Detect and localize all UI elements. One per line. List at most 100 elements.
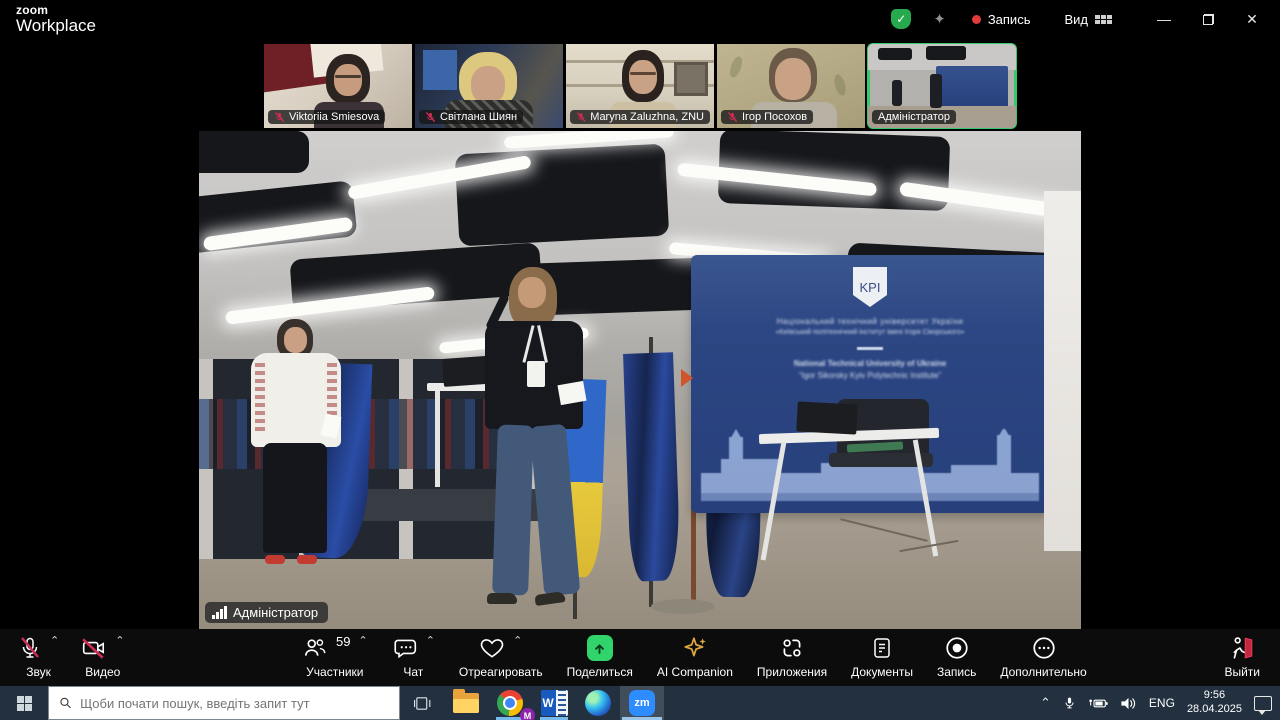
shoe bbox=[487, 593, 517, 604]
documents-label: Документы bbox=[851, 665, 913, 679]
start-button[interactable] bbox=[0, 686, 48, 720]
react-label: Отреагировать bbox=[459, 665, 543, 679]
thumb-bg-decor bbox=[674, 62, 708, 96]
workplace-logo-text: Workplace bbox=[16, 17, 96, 35]
view-button[interactable]: Вид bbox=[1064, 12, 1112, 27]
react-button[interactable]: ⌃ Отреагировать bbox=[455, 634, 547, 680]
tray-expand-chevron[interactable]: ⌃ bbox=[1040, 695, 1051, 711]
leave-door-icon bbox=[1229, 635, 1255, 661]
zoom-taskbar-icon[interactable]: zm bbox=[620, 686, 664, 720]
security-shield-icon[interactable]: ✓ bbox=[891, 9, 911, 29]
ai-companion-button[interactable]: AI Companion bbox=[653, 634, 737, 680]
share-screen-icon bbox=[587, 635, 613, 661]
muted-mic-icon bbox=[274, 111, 285, 123]
red-shoe bbox=[297, 555, 317, 564]
participant-filmstrip: Viktoriia Smiesova Світлана Шиян Maryna bbox=[0, 44, 1280, 128]
apps-label: Приложения bbox=[757, 665, 827, 679]
audio-button[interactable]: ⌃ Звук bbox=[14, 634, 63, 680]
toolbar-center-group: 59 ⌃ Участники ⌃ Чат ⌃ Отреагировать bbox=[298, 634, 1091, 680]
speaker-man-figure bbox=[461, 267, 611, 623]
participant-tile[interactable]: Maryna Zaluzhna, ZNU bbox=[566, 44, 714, 128]
glasses-decor bbox=[335, 75, 361, 78]
tray-mic-icon[interactable] bbox=[1063, 695, 1076, 711]
woman-face bbox=[284, 327, 307, 353]
gallery-view-icon bbox=[1095, 15, 1112, 24]
main-video-feed[interactable]: KPI Національний технічний університет У… bbox=[199, 131, 1081, 629]
document-icon bbox=[870, 635, 894, 661]
zoom-toolbar: ⌃ Звук ⌃ Видео 59 ⌃ Участники bbox=[0, 629, 1280, 686]
banner-text-en: “Igor Sikorsky Kyiv Polytechnic Institut… bbox=[691, 371, 1049, 380]
participant-tile[interactable]: Viktoriia Smiesova bbox=[264, 44, 412, 128]
participant-tile[interactable]: Ігор Посохов bbox=[717, 44, 865, 128]
woman-figure bbox=[239, 319, 359, 589]
battery-power-icon[interactable] bbox=[1088, 697, 1108, 710]
glasses-decor bbox=[630, 72, 656, 75]
chrome-taskbar-icon[interactable]: M bbox=[488, 686, 532, 720]
participants-options-chevron[interactable]: ⌃ bbox=[358, 636, 367, 646]
search-input[interactable] bbox=[80, 696, 389, 711]
react-options-chevron[interactable]: ⌃ bbox=[513, 636, 522, 646]
thumb-bg-decor bbox=[936, 66, 1008, 108]
muted-camera-icon bbox=[81, 635, 107, 661]
ai-sparkle-icon[interactable]: ✦ bbox=[933, 10, 946, 28]
participant-name: Світлана Шиян bbox=[440, 111, 517, 123]
thumb-bg-decor bbox=[832, 73, 847, 97]
share-screen-button[interactable]: Поделиться bbox=[563, 634, 637, 680]
thumb-bg-decor bbox=[728, 55, 745, 79]
banner-text-ua: Національний технічний університет Украї… bbox=[691, 317, 1049, 326]
university-logo: KPI bbox=[853, 267, 887, 307]
minimize-button[interactable]: — bbox=[1142, 0, 1186, 38]
active-speaker-badge: Адміністратор bbox=[205, 602, 328, 623]
toolbar-right-group: Выйти bbox=[1220, 634, 1264, 680]
folder-icon bbox=[453, 693, 479, 713]
participant-name-badge: Maryna Zaluzhna, ZNU bbox=[570, 110, 710, 124]
task-view-button[interactable] bbox=[400, 686, 444, 720]
action-center-icon[interactable] bbox=[1254, 696, 1272, 711]
participant-tile[interactable]: Світлана Шиян bbox=[415, 44, 563, 128]
apps-button[interactable]: Приложения bbox=[753, 634, 831, 680]
participant-name: Maryna Zaluzhna, ZNU bbox=[590, 111, 704, 123]
thumb-bg-decor bbox=[878, 48, 912, 60]
date: 28.04.2025 bbox=[1187, 703, 1242, 715]
close-button[interactable]: ✕ bbox=[1230, 0, 1274, 38]
laptop bbox=[796, 401, 857, 434]
edge-taskbar-icon[interactable] bbox=[576, 686, 620, 720]
muted-mic-icon bbox=[576, 111, 586, 123]
ai-label: AI Companion bbox=[657, 665, 733, 679]
speaker-icon[interactable] bbox=[1120, 696, 1137, 711]
man-jeans-leg bbox=[492, 424, 534, 595]
more-button[interactable]: Дополнительно bbox=[996, 634, 1090, 680]
word-icon: W bbox=[541, 690, 568, 716]
participant-name: Ігор Посохов bbox=[742, 111, 807, 123]
file-explorer-taskbar-icon[interactable] bbox=[444, 686, 488, 720]
participants-button[interactable]: 59 ⌃ Участники bbox=[298, 634, 372, 680]
record-button[interactable]: Запись bbox=[933, 634, 980, 680]
audio-options-chevron[interactable]: ⌃ bbox=[50, 636, 59, 646]
clock[interactable]: 9:56 28.04.2025 bbox=[1187, 689, 1242, 717]
record-icon bbox=[944, 635, 970, 661]
participant-tile-active-speaker[interactable]: Адміністратор bbox=[868, 44, 1016, 128]
recording-label: Запись bbox=[988, 12, 1031, 27]
recording-indicator: Запись bbox=[972, 12, 1031, 27]
word-taskbar-icon[interactable]: W bbox=[532, 686, 576, 720]
video-button[interactable]: ⌃ Видео bbox=[77, 634, 128, 680]
muted-mic-icon bbox=[425, 111, 436, 123]
leave-meeting-button[interactable]: Выйти bbox=[1220, 634, 1264, 680]
zoom-window-titlebar: zoom Workplace ✓ ✦ Запись Вид — ✕ bbox=[0, 0, 1280, 42]
taskbar-search[interactable] bbox=[48, 686, 400, 720]
embroidery-decor bbox=[255, 363, 265, 433]
participant-name-badge: Ігор Посохов bbox=[721, 110, 813, 124]
man-face bbox=[518, 277, 546, 308]
chat-button[interactable]: ⌃ Чат bbox=[388, 634, 439, 680]
man-jeans-leg bbox=[530, 424, 581, 596]
chat-options-chevron[interactable]: ⌃ bbox=[426, 636, 435, 646]
word-letter: W bbox=[541, 690, 556, 716]
language-indicator[interactable]: ENG bbox=[1149, 696, 1175, 710]
blue-flag bbox=[623, 352, 681, 582]
video-options-chevron[interactable]: ⌃ bbox=[115, 636, 124, 646]
system-tray: ⌃ ENG 9:56 28.04.2025 bbox=[1040, 686, 1280, 720]
chrome-profile-badge: M bbox=[520, 708, 535, 720]
documents-button[interactable]: Документы bbox=[847, 634, 917, 680]
red-shoe bbox=[265, 555, 285, 564]
restore-button[interactable] bbox=[1186, 0, 1230, 38]
